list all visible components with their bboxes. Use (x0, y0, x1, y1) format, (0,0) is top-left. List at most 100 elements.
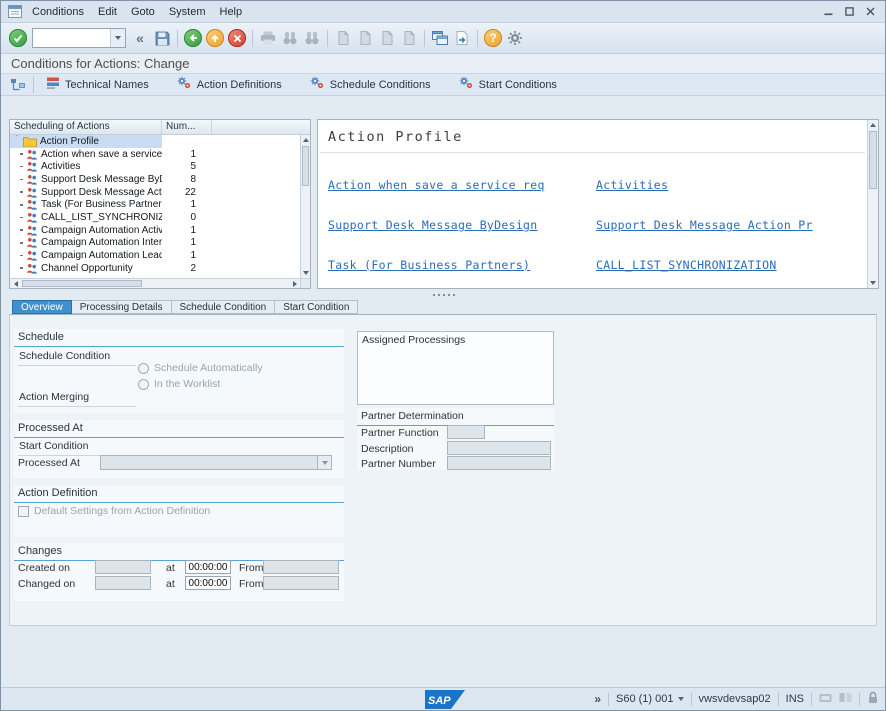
collapse-command-icon[interactable]: « (129, 27, 151, 49)
schedule-conditions-button[interactable]: Schedule Conditions (302, 75, 439, 95)
maximize-button[interactable] (840, 4, 858, 20)
action-definitions-button[interactable]: Action Definitions (169, 75, 290, 95)
menu-system[interactable]: System (162, 3, 213, 21)
tree-item[interactable]: Task (For Business Partners)1 (10, 198, 300, 211)
link-action-profile[interactable]: Support Desk Message ByDesign (328, 218, 596, 232)
partner-determination-heading: Partner Determination (357, 408, 554, 426)
menu-goto[interactable]: Goto (124, 3, 162, 21)
back-icon[interactable] (182, 27, 204, 49)
tree-item[interactable]: Support Desk Message Action22 (10, 186, 300, 199)
tree-item[interactable]: CALL_LIST_SYNCHRONIZATI0 (10, 211, 300, 224)
created-time-field[interactable]: 00:00:00 (185, 560, 231, 574)
insert-mode-indicator[interactable]: INS (786, 693, 804, 705)
tree-item[interactable]: Support Desk Message ByDes8 (10, 173, 300, 186)
create-shortcut-icon[interactable] (451, 27, 473, 49)
scrollbar-thumb[interactable] (22, 280, 142, 287)
bullet-icon (20, 217, 23, 219)
menu-edit[interactable]: Edit (91, 3, 124, 21)
scrollbar-thumb[interactable] (302, 146, 309, 186)
command-field[interactable] (32, 28, 126, 48)
link-action-profile[interactable]: Activities (596, 178, 867, 192)
from-label: From (239, 562, 264, 574)
checkbox-icon (18, 506, 29, 517)
changed-from-field (263, 576, 339, 590)
tree-item-label: Activities (41, 161, 80, 172)
tab-processing-details[interactable]: Processing Details (72, 300, 172, 314)
tab-schedule-condition[interactable]: Schedule Condition (172, 300, 276, 314)
scroll-left-icon[interactable] (10, 279, 21, 288)
svg-text:SAP: SAP (428, 695, 451, 707)
technical-names-icon (46, 76, 60, 93)
tree-item[interactable]: Campaign Automation Activiti1 (10, 224, 300, 237)
window-controls (819, 4, 881, 20)
command-dropdown-icon[interactable] (110, 29, 125, 47)
menu-help[interactable]: Help (213, 3, 250, 21)
tree-item[interactable]: Channel Opportunity2 (10, 262, 300, 275)
divider (778, 693, 779, 706)
bullet-icon (20, 229, 23, 231)
tree-column-header[interactable]: Scheduling of Actions (10, 120, 162, 134)
start-conditions-icon (459, 76, 474, 93)
link-action-profile[interactable]: Support Desk Message Action Pr (596, 218, 867, 232)
chevron-down-icon (678, 697, 684, 701)
scroll-up-icon[interactable] (301, 135, 310, 145)
link-action-profile[interactable]: Task (For Business Partners) (328, 258, 596, 272)
technical-names-button[interactable]: Technical Names (38, 75, 157, 95)
tree-item[interactable]: Campaign Automation Lead1 (10, 249, 300, 262)
tree-item-count: 1 (162, 225, 196, 236)
tree-horizontal-scrollbar[interactable] (10, 278, 300, 288)
status-right-cluster: » S60 (1) 001 vwsvdevsap02 INS (594, 688, 879, 710)
bullet-icon (20, 204, 23, 206)
scrollbar-thumb[interactable] (869, 131, 877, 189)
scroll-right-icon[interactable] (289, 279, 300, 288)
enter-icon[interactable] (7, 27, 29, 49)
tree-item[interactable]: Activities5 (10, 160, 300, 173)
num-column-header[interactable]: Num... (162, 120, 212, 134)
help-icon[interactable]: ? (482, 27, 504, 49)
start-conditions-button[interactable]: Start Conditions (451, 75, 565, 95)
expand-status-fields-icon[interactable]: » (594, 692, 601, 706)
find-icon (279, 27, 301, 49)
radio-icon (138, 379, 149, 390)
start-condition-label: Start Condition (18, 440, 136, 456)
action-item-icon (26, 174, 38, 185)
cancel-icon[interactable] (226, 27, 248, 49)
changed-time-field[interactable]: 00:00:00 (185, 576, 231, 590)
command-input[interactable] (33, 29, 110, 47)
exit-icon[interactable] (204, 27, 226, 49)
tree-item-label: Campaign Automation Lead (41, 250, 162, 261)
divider (320, 152, 865, 153)
detail-vertical-scrollbar[interactable] (867, 120, 878, 288)
new-session-icon[interactable] (429, 27, 451, 49)
scroll-down-icon[interactable] (301, 268, 310, 278)
link-action-profile[interactable]: CALL_LIST_SYNCHRONIZATION (596, 258, 867, 272)
tree-vertical-scrollbar[interactable] (300, 135, 310, 278)
link-action-profile[interactable]: Action when save a service req (328, 178, 596, 192)
close-button[interactable] (861, 4, 879, 20)
system-session-info[interactable]: S60 (1) 001 (616, 693, 683, 705)
processed-at-section: Processed At Start Condition Processed A… (14, 420, 344, 478)
horizontal-splitter[interactable] (9, 290, 879, 300)
tab-overview[interactable]: Overview (12, 300, 72, 314)
menu-bar: Conditions Edit Goto System Help (1, 1, 885, 23)
changes-section: Changes Created on at 00:00:00 From Chan… (14, 543, 344, 601)
bullet-icon (20, 267, 23, 269)
tree-item-count: 1 (162, 199, 196, 210)
save-icon[interactable] (151, 27, 173, 49)
action-item-icon (26, 250, 38, 261)
tab-start-condition[interactable]: Start Condition (275, 300, 358, 314)
scroll-down-icon[interactable] (868, 278, 878, 288)
tree-item-root[interactable]: Action Profile (10, 135, 300, 148)
tree-item-label: Campaign Automation Activiti (41, 225, 162, 236)
action-item-icon (26, 199, 38, 210)
minimize-button[interactable] (819, 4, 837, 20)
expand-h ierarchy-icon[interactable] (7, 74, 29, 96)
radio-icon (138, 363, 149, 374)
tree-body: Action Profile Action when save a servic… (10, 135, 300, 278)
collapse-node-icon[interactable] (14, 136, 20, 147)
tree-item[interactable]: Action when save a service re1 (10, 148, 300, 161)
customize-layout-icon[interactable] (504, 27, 526, 49)
tree-item[interactable]: Campaign Automation Intern1 (10, 237, 300, 250)
scroll-up-icon[interactable] (868, 120, 878, 130)
menu-conditions[interactable]: Conditions (25, 3, 91, 21)
